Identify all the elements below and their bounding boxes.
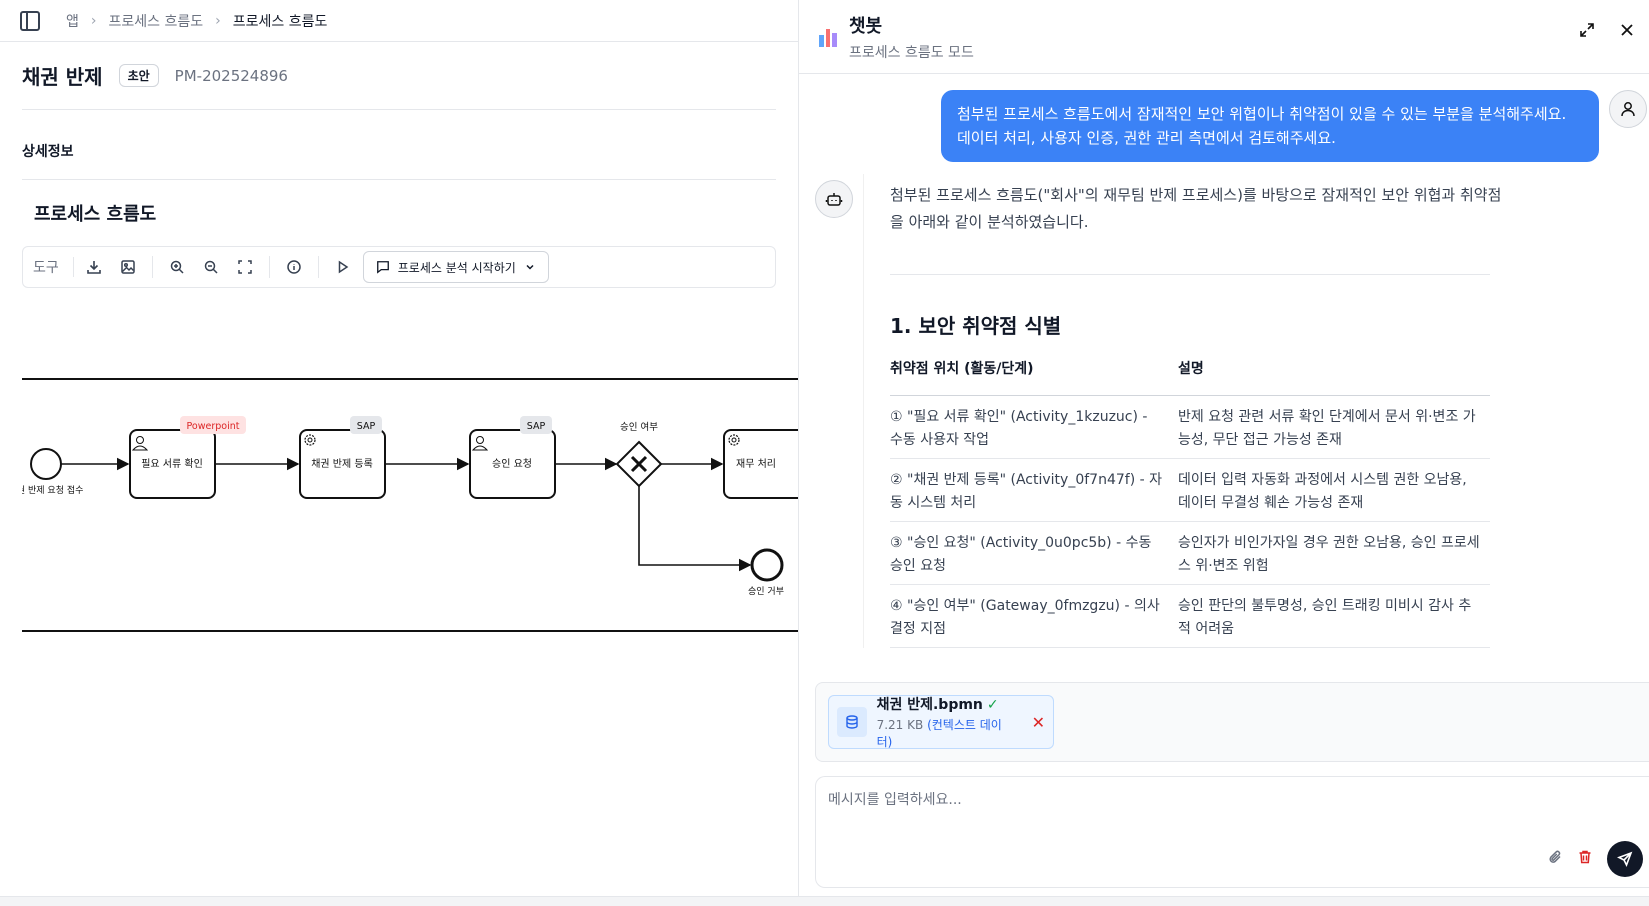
- flow-title: 프로세스 흐름도: [34, 204, 157, 225]
- database-icon: [837, 707, 867, 737]
- task-label: 재무 처리: [736, 458, 776, 470]
- analyze-process-button[interactable]: 프로세스 분석 시작하기: [362, 251, 549, 283]
- column-header: 설명: [1178, 350, 1490, 396]
- fit-screen-icon[interactable]: [231, 253, 259, 281]
- expand-icon[interactable]: [1579, 22, 1595, 42]
- bot-message: 첨부된 프로세스 흐름도("회사"의 재무팀 반제 프로세스)를 바탕으로 잠재…: [863, 174, 1503, 648]
- message-icon: [376, 261, 389, 274]
- table-cell: 반제 요청 관련 서류 확인 단계에서 문서 위·변조 가능성, 무단 접근 가…: [1178, 395, 1490, 459]
- task-finance-processing[interactable]: 재무 처리: [723, 429, 810, 499]
- chevron-right-icon: ›: [90, 12, 97, 29]
- message-list[interactable]: 첨부된 프로세스 흐름도에서 잠재적인 보안 위협이나 취약점이 있을 수 있는…: [799, 74, 1649, 682]
- table-row: ② "채권 반제 등록" (Activity_0f7n47f) - 자동 시스템…: [890, 458, 1490, 522]
- end-event[interactable]: [750, 548, 784, 582]
- breadcrumb-current: 프로세스 흐름도: [232, 13, 328, 30]
- attachment-name-row: 채권 반제.bpmn ✓: [877, 694, 1016, 714]
- page-title: 채권 반제: [22, 65, 103, 89]
- breadcrumb-app[interactable]: 앱: [66, 11, 79, 31]
- info-icon[interactable]: [280, 253, 308, 281]
- toolbar-divider: [317, 256, 319, 278]
- user-avatar-icon: [1609, 90, 1647, 128]
- breadcrumb-flow[interactable]: 프로세스 흐름도: [109, 11, 204, 31]
- task-tag: SAP: [527, 421, 546, 432]
- task-label: 채권 반제 등록: [311, 458, 373, 470]
- document-id: PM-202524896: [174, 66, 288, 85]
- chevron-right-icon: ›: [215, 12, 221, 29]
- table-row: ① "필요 서류 확인" (Activity_1kzuzuc) - 수동 사용자…: [890, 395, 1490, 459]
- composer-actions: [1547, 841, 1643, 877]
- task-register-settlement[interactable]: 채권 반제 등록 SAP: [299, 416, 386, 499]
- attachment-name: 채권 반제.bpmn: [876, 697, 983, 713]
- task-label: 필요 서류 확인: [141, 458, 203, 470]
- check-icon: ✓: [986, 697, 999, 713]
- bot-avatar-icon: [815, 180, 853, 218]
- chatbot-panel: 챗봇 프로세스 흐름도 모드 첨부된 프로세스 흐름도에서 잠재적인 보안 위협…: [798, 0, 1649, 906]
- table-cell: 승인자가 비인가자일 경우 권한 오남용, 승인 프로세스 위·변조 위험: [1178, 521, 1490, 585]
- message-input[interactable]: [816, 777, 1649, 847]
- attachment-meta: 7.21 KB (컨텍스트 데이터): [877, 716, 1016, 750]
- toolbar-divider: [268, 256, 270, 278]
- header-actions: [1579, 22, 1635, 42]
- end-event-label: 승인 거부: [748, 586, 784, 597]
- attachment-size: 7.21 KB: [876, 718, 924, 732]
- task-tag: SAP: [357, 421, 376, 432]
- task-tag: Powerpoint: [187, 421, 240, 432]
- main-panel: 앱 › 프로세스 흐름도 › 프로세스 흐름도 채권 반제 초안 PM-2025…: [0, 0, 810, 906]
- task-label: 승인 요청: [492, 458, 532, 470]
- table-header-row: 취약점 위치 (활동/단계) 설명: [890, 350, 1490, 396]
- divider: [890, 274, 1490, 275]
- close-icon[interactable]: [1619, 22, 1635, 42]
- task-approval-request[interactable]: 승인 요청 SAP: [469, 416, 556, 499]
- chat-title: 챗봇: [849, 15, 883, 37]
- chat-subtitle: 프로세스 흐름도 모드: [849, 44, 974, 61]
- chatbot-logo-icon: [819, 27, 838, 47]
- toolbar-divider: [151, 256, 153, 278]
- gateway-approval[interactable]: 승인 여부: [615, 421, 663, 488]
- table-cell: ③ "승인 요청" (Activity_0u0pc5b) - 수동 승인 요청: [890, 521, 1178, 585]
- status-badge: 초안: [118, 64, 159, 87]
- sidebar-toggle-icon[interactable]: [20, 10, 40, 31]
- send-button[interactable]: [1607, 841, 1643, 877]
- column-header: 취약점 위치 (활동/단계): [890, 350, 1178, 396]
- table-row: ③ "승인 요청" (Activity_0u0pc5b) - 수동 승인 요청 …: [890, 521, 1490, 585]
- image-icon[interactable]: [114, 253, 142, 281]
- zoom-in-icon[interactable]: [163, 253, 191, 281]
- attachment-area: 채권 반제.bpmn ✓ 7.21 KB (컨텍스트 데이터) ✕: [815, 682, 1649, 762]
- chevron-down-icon: [526, 264, 534, 270]
- start-event-label: 채권 반제 요청 접수: [22, 484, 83, 496]
- user-message-row: 첨부된 프로세스 흐름도에서 잠재적인 보안 위협이나 취약점이 있을 수 있는…: [941, 90, 1649, 162]
- top-bar: 앱 › 프로세스 흐름도 › 프로세스 흐름도: [0, 0, 798, 42]
- user-message: 첨부된 프로세스 흐름도에서 잠재적인 보안 위협이나 취약점이 있을 수 있는…: [941, 90, 1599, 162]
- table-cell: ④ "승인 여부" (Gateway_0fmzgzu) - 의사결정 지점: [890, 584, 1178, 648]
- remove-attachment-icon[interactable]: ✕: [1032, 713, 1045, 732]
- paperclip-icon[interactable]: [1547, 849, 1563, 869]
- attachment-card[interactable]: 채권 반제.bpmn ✓ 7.21 KB (컨텍스트 데이터) ✕: [828, 695, 1054, 749]
- zoom-out-icon[interactable]: [197, 253, 225, 281]
- gateway-label: 승인 여부: [620, 421, 658, 433]
- table-cell: 데이터 입력 자동화 과정에서 시스템 권한 오남용, 데이터 무결성 훼손 가…: [1178, 458, 1490, 522]
- chat-header: 챗봇 프로세스 흐름도 모드: [799, 0, 1649, 74]
- task-check-documents[interactable]: 필요 서류 확인 Powerpoint: [129, 416, 246, 499]
- app-root: 앱 › 프로세스 흐름도 › 프로세스 흐름도 채권 반제 초안 PM-2025…: [0, 0, 1649, 906]
- start-event[interactable]: [30, 448, 62, 480]
- details-label: 상세정보: [22, 110, 776, 180]
- analyze-process-label: 프로세스 분석 시작하기: [397, 260, 516, 275]
- download-icon[interactable]: [80, 253, 108, 281]
- toolbar-label: 도구: [33, 257, 74, 277]
- bottom-edge: [0, 896, 1649, 906]
- section-heading: 1. 보안 취약점 식별: [890, 314, 1062, 338]
- diagram-toolbar: 도구 프로세스 분석 시작하기: [22, 246, 776, 288]
- table-cell: ① "필요 서류 확인" (Activity_1kzuzuc) - 수동 사용자…: [890, 395, 1178, 459]
- bpmn-canvas[interactable]: 채권 반제 요청 접수 필요 서류 확인 Powerpoint: [9, 290, 810, 850]
- play-icon[interactable]: [329, 253, 357, 281]
- table-cell: 승인 판단의 불투명성, 승인 트래킹 미비시 감사 추적 어려움: [1178, 584, 1490, 648]
- vulnerability-table: 취약점 위치 (활동/단계) 설명 ① "필요 서류 확인" (Activity…: [890, 350, 1490, 648]
- table-cell: ② "채권 반제 등록" (Activity_0f7n47f) - 자동 시스템…: [890, 458, 1178, 522]
- bot-intro: 첨부된 프로세스 흐름도("회사"의 재무팀 반제 프로세스)를 바탕으로 잠재…: [890, 186, 1502, 231]
- trash-icon[interactable]: [1577, 849, 1593, 869]
- page-header: 채권 반제 초안 PM-202524896: [22, 42, 776, 110]
- send-icon: [1617, 851, 1633, 867]
- table-row: ④ "승인 여부" (Gateway_0fmzgzu) - 의사결정 지점 승인…: [890, 584, 1490, 648]
- message-composer: [815, 776, 1649, 888]
